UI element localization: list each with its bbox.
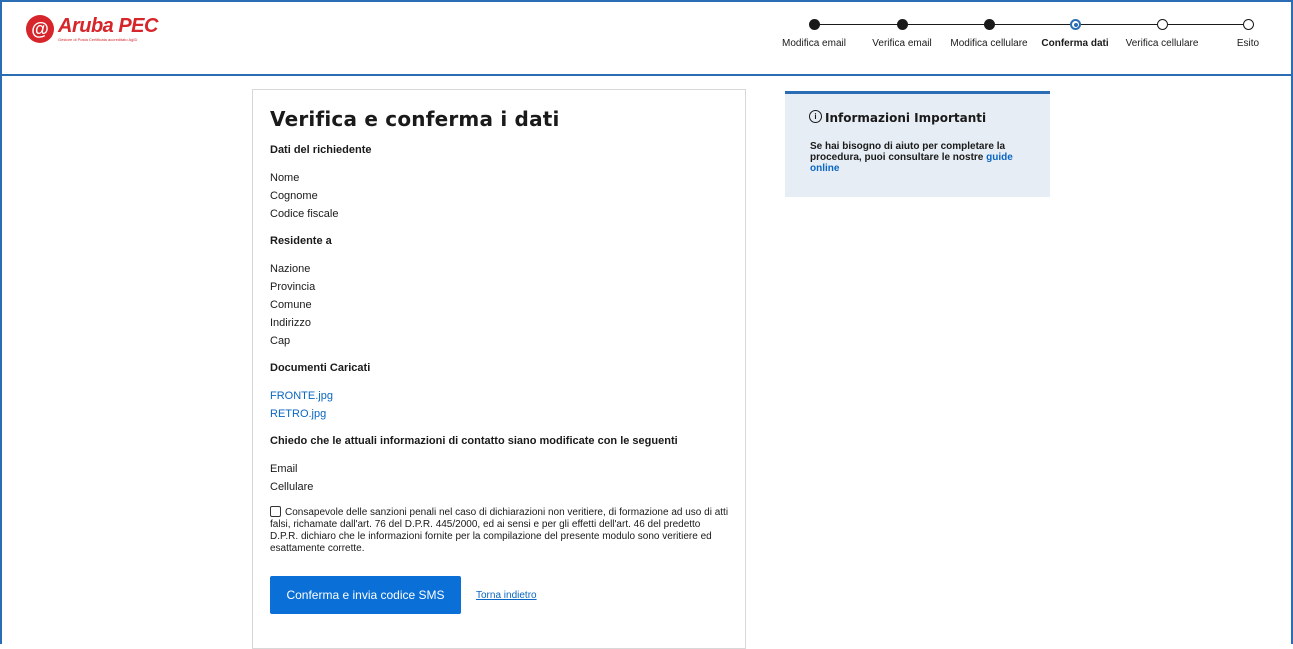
progress-stepper: Modifica email Verifica email Modifica c… bbox=[2, 2, 1291, 74]
info-header: i Informazioni Importanti bbox=[785, 110, 1050, 127]
field-comune: Comune bbox=[270, 299, 312, 311]
field-indirizzo: Indirizzo bbox=[270, 317, 311, 329]
consent-declaration: Consapevole delle sanzioni penali nel ca… bbox=[270, 506, 730, 555]
field-cellulare: Cellulare bbox=[270, 481, 314, 493]
field-nazione: Nazione bbox=[270, 263, 311, 275]
field-cognome: Cognome bbox=[270, 190, 318, 202]
consent-text: Consapevole delle sanzioni penali nel ca… bbox=[270, 507, 729, 554]
consent-checkbox[interactable] bbox=[270, 506, 281, 517]
step-label-conferma-dati: Conferma dati bbox=[1041, 38, 1109, 49]
step-label-verifica-email: Verifica email bbox=[872, 38, 932, 49]
field-nome: Nome bbox=[270, 172, 300, 184]
info-body: Se hai bisogno di aiuto per completare l… bbox=[810, 141, 1006, 163]
info-icon: i bbox=[809, 110, 822, 123]
confirm-send-sms-button[interactable]: Conferma e invia codice SMS bbox=[270, 576, 461, 614]
step-label-verifica-cellulare: Verifica cellulare bbox=[1125, 38, 1199, 49]
step-dot-modifica-email bbox=[809, 19, 820, 30]
field-provincia: Provincia bbox=[270, 281, 316, 293]
info-panel: i Informazioni Importanti Se hai bisogno… bbox=[785, 91, 1050, 197]
section-title-applicant: Dati del richiedente bbox=[270, 144, 372, 156]
step-label-esito: Esito bbox=[1236, 38, 1260, 49]
step-dot-verifica-email bbox=[897, 19, 908, 30]
field-codice-fiscale: Codice fiscale bbox=[270, 208, 339, 220]
info-title: Informazioni Importanti bbox=[825, 111, 987, 125]
step-dot-verifica-cellulare bbox=[1157, 19, 1168, 30]
back-link[interactable]: Torna indietro bbox=[476, 590, 537, 601]
step-dot-modifica-cellulare bbox=[984, 19, 995, 30]
info-text: Se hai bisogno di aiuto per completare l… bbox=[810, 141, 1030, 174]
step-label-modifica-cellulare: Modifica cellulare bbox=[950, 38, 1028, 49]
step-dot-conferma-dati bbox=[1070, 19, 1081, 30]
section-title-contacts: Chiedo che le attuali informazioni di co… bbox=[270, 435, 678, 447]
stepper-line bbox=[814, 24, 1246, 25]
step-label-modifica-email: Modifica email bbox=[782, 38, 846, 49]
page-title: Verifica e conferma i dati bbox=[270, 107, 560, 131]
header: @ Aruba PEC Gestore di Posta Certificata… bbox=[2, 2, 1291, 76]
confirm-data-card: Verifica e conferma i dati Dati del rich… bbox=[252, 89, 746, 649]
section-title-documents: Documenti Caricati bbox=[270, 362, 371, 374]
step-dot-esito bbox=[1243, 19, 1254, 30]
document-link-fronte[interactable]: FRONTE.jpg bbox=[270, 390, 333, 402]
section-title-residence: Residente a bbox=[270, 235, 332, 247]
field-cap: Cap bbox=[270, 335, 291, 347]
field-email: Email bbox=[270, 463, 298, 475]
document-link-retro[interactable]: RETRO.jpg bbox=[270, 408, 326, 420]
